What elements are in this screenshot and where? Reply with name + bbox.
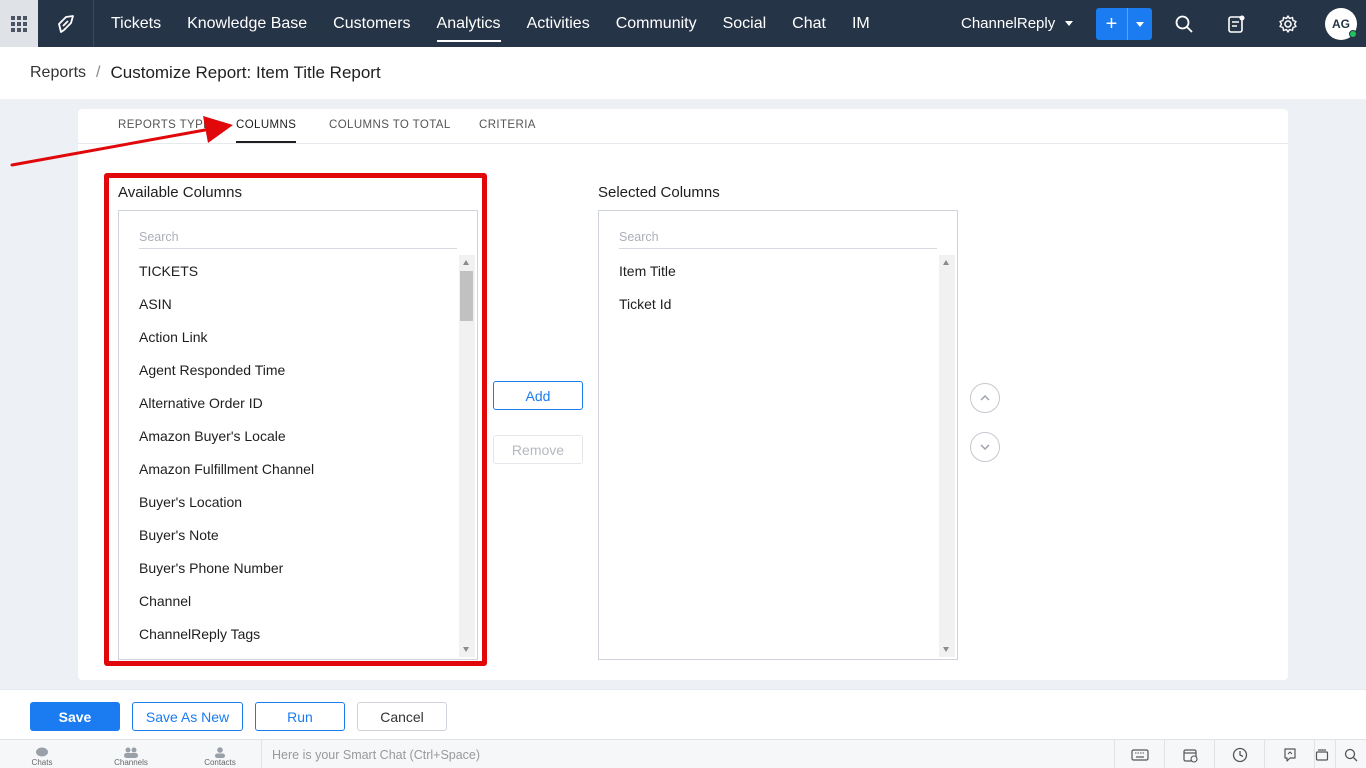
channels-shortcut[interactable]: Channels — [108, 740, 154, 768]
save-button[interactable]: Save — [30, 702, 120, 731]
nav-tab-tickets[interactable]: Tickets — [98, 0, 174, 47]
tab-columns-to-total[interactable]: COLUMNS TO TOTAL — [329, 119, 451, 141]
nav-tab-analytics[interactable]: Analytics — [424, 0, 514, 47]
add-button[interactable]: Add — [493, 381, 583, 410]
scroll-up-arrow-icon[interactable] — [943, 260, 949, 265]
tab-criteria[interactable]: CRITERIA — [479, 119, 536, 141]
plus-icon[interactable]: + — [1096, 8, 1128, 40]
department-name: ChannelReply — [961, 15, 1056, 32]
breadcrumb-separator: / — [96, 64, 101, 81]
chevron-down-icon — [1065, 21, 1074, 26]
notes-icon[interactable] — [1224, 12, 1248, 36]
contact-icon — [215, 747, 225, 758]
selected-search-input[interactable] — [619, 225, 937, 249]
top-navigation: Tickets Knowledge Base Customers Analytics A… — [0, 0, 1366, 47]
breadcrumb: Reports / Customize Report: Item Title R… — [0, 47, 1366, 99]
selected-columns-title: Selected Columns — [598, 184, 720, 201]
move-down-button[interactable] — [970, 432, 1000, 462]
save-as-new-button[interactable]: Save As New — [132, 702, 243, 731]
search-icon[interactable] — [1172, 12, 1196, 36]
users-icon — [124, 747, 138, 758]
scroll-down-arrow-icon[interactable] — [943, 647, 949, 652]
footer-actions: Save Save As New Run Cancel — [0, 689, 1366, 739]
chevron-down-icon — [980, 444, 990, 450]
selected-column-list-item[interactable]: Item Title — [619, 263, 676, 296]
search-icon[interactable] — [1336, 740, 1366, 768]
new-item-button[interactable]: + — [1096, 8, 1152, 40]
nav-tab-community[interactable]: Community — [603, 0, 710, 47]
nav-tab-customers[interactable]: Customers — [320, 0, 423, 47]
page-title: Customize Report: Item Title Report — [110, 63, 381, 82]
move-up-button[interactable] — [970, 383, 1000, 413]
apps-grid-icon[interactable] — [0, 0, 38, 47]
nav-tab-social[interactable]: Social — [710, 0, 780, 47]
contacts-label: Contacts — [204, 758, 236, 767]
selected-scrollbar[interactable] — [939, 255, 955, 657]
chats-label: Chats — [31, 758, 53, 767]
gear-icon[interactable] — [1276, 12, 1300, 36]
nav-tab-activities[interactable]: Activities — [514, 0, 603, 47]
clock-icon[interactable] — [1215, 740, 1265, 768]
nav-tab-knowledge-base[interactable]: Knowledge Base — [174, 0, 320, 47]
nav-tab-im[interactable]: IM — [839, 0, 883, 47]
report-tabs: REPORTS TYPE COLUMNS COLUMNS TO TOTAL CR… — [78, 109, 1288, 144]
nav-tab-chat[interactable]: Chat — [779, 0, 839, 47]
smart-chat-input[interactable]: Here is your Smart Chat (Ctrl+Space) — [261, 740, 1115, 768]
archive-icon[interactable] — [1308, 740, 1336, 768]
chat-bubble-icon — [36, 747, 48, 757]
tab-columns[interactable]: COLUMNS — [236, 119, 297, 143]
contacts-shortcut[interactable]: Contacts — [198, 740, 242, 768]
keyboard-icon[interactable] — [1115, 740, 1165, 768]
selected-columns-list: Item TitleTicket Id — [598, 210, 958, 660]
bottom-bar: Chats Channels Contacts Here is your Sma… — [0, 739, 1366, 768]
annotation-arrow-icon — [10, 116, 233, 167]
run-button[interactable]: Run — [255, 702, 345, 731]
chevron-down-icon[interactable] — [1128, 8, 1152, 40]
online-status-dot — [1349, 30, 1357, 38]
breadcrumb-reports-link[interactable]: Reports — [30, 64, 86, 82]
annotation-highlight-box — [104, 173, 487, 666]
remove-button[interactable]: Remove — [493, 435, 583, 464]
chats-shortcut[interactable]: Chats — [22, 740, 62, 768]
cancel-button[interactable]: Cancel — [357, 702, 447, 731]
calendar-check-icon[interactable] — [1165, 740, 1215, 768]
channels-label: Channels — [114, 758, 148, 767]
module-tabs: Tickets Knowledge Base Customers Analytics A… — [98, 0, 883, 47]
desk-logo-icon[interactable] — [38, 0, 94, 47]
selected-items: Item Title Ticket Id — [619, 263, 676, 329]
department-switcher[interactable]: ChannelReply — [961, 0, 1074, 47]
chevron-up-icon — [980, 395, 990, 401]
selected-column-list-item[interactable]: Ticket Id — [619, 296, 676, 329]
